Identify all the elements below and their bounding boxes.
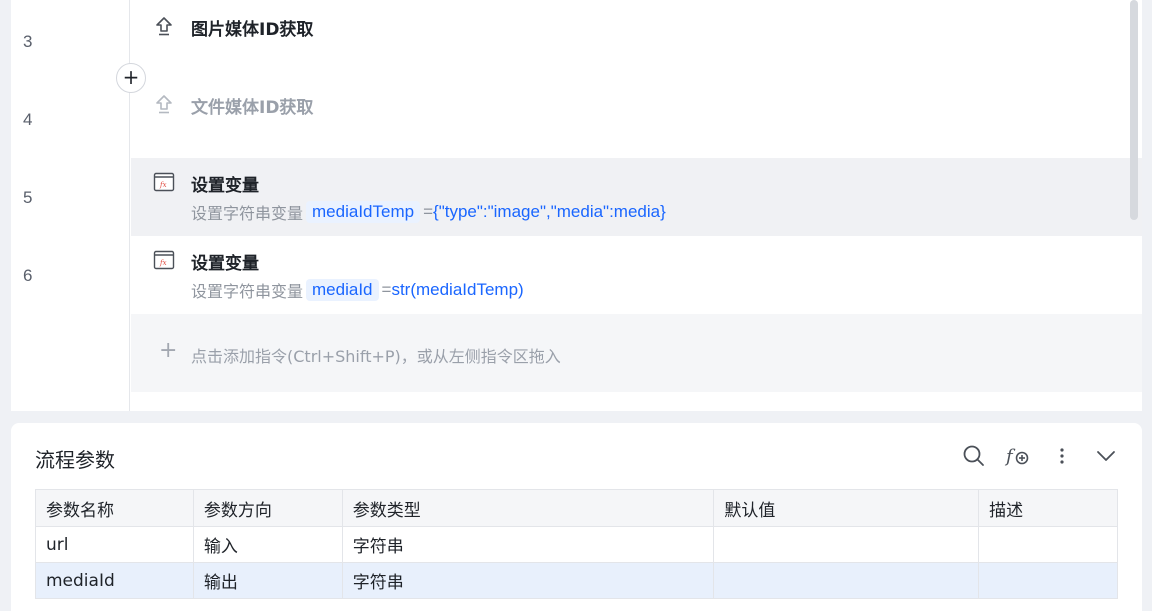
step-description: 设置字符串变量 mediaId = str(mediaIdTemp) <box>191 278 524 302</box>
flow-params-panel: 流程参数 f 参数名称 参数方向 参数类型 默认值 描述 url 输入 字符串 … <box>11 423 1142 611</box>
param-type-cell[interactable]: 字符串 <box>341 562 715 599</box>
value-expression[interactable]: str(mediaIdTemp) <box>391 280 523 300</box>
svg-text:fx: fx <box>159 259 167 267</box>
variable-chip[interactable]: mediaId <box>306 279 379 301</box>
param-default-cell[interactable] <box>713 562 980 599</box>
flow-step-file-media-id[interactable]: 文件媒体ID获取 <box>131 80 1142 158</box>
more-vertical-icon[interactable] <box>1049 443 1075 469</box>
column-header[interactable]: 参数方向 <box>192 489 343 527</box>
value-expression[interactable]: {"type":"image","media":media} <box>433 202 666 222</box>
panel-title: 流程参数 <box>35 448 115 472</box>
fx-icon: fx <box>153 172 175 192</box>
param-default-cell[interactable] <box>713 526 980 563</box>
param-description-cell[interactable] <box>978 562 1118 599</box>
line-number: 6 <box>23 266 33 285</box>
insert-step-button[interactable]: + <box>116 63 146 93</box>
param-name-cell[interactable]: url <box>35 526 194 563</box>
param-type-cell[interactable]: 字符串 <box>341 526 715 563</box>
desc-prefix: 设置字符串变量 <box>191 282 304 301</box>
line-number: 4 <box>23 110 33 129</box>
flow-step-image-media-id[interactable]: 图片媒体ID获取 <box>131 2 1142 80</box>
column-header[interactable]: 默认值 <box>713 489 980 527</box>
svg-text:fx: fx <box>159 181 167 189</box>
step-description: 设置字符串变量 mediaIdTemp = {"type":"image","m… <box>191 200 666 224</box>
upload-icon <box>156 95 172 114</box>
flow-step-set-variable[interactable]: fx 设置变量 设置字符串变量 mediaId = str(mediaIdTem… <box>131 236 1142 314</box>
params-table: 参数名称 参数方向 参数类型 默认值 描述 url 输入 字符串 mediaId… <box>35 489 1118 599</box>
table-header-row: 参数名称 参数方向 参数类型 默认值 描述 <box>35 489 1118 527</box>
search-icon[interactable] <box>961 443 987 469</box>
param-direction-cell[interactable]: 输出 <box>192 562 343 599</box>
column-header[interactable]: 描述 <box>978 489 1118 527</box>
chevron-down-icon[interactable] <box>1093 443 1119 469</box>
column-header[interactable]: 参数名称 <box>35 489 194 527</box>
editor-scrollbar[interactable] <box>1130 0 1138 220</box>
param-direction-cell[interactable]: 输入 <box>192 526 343 563</box>
table-row[interactable]: mediaId 输出 字符串 <box>35 562 1118 599</box>
plus-icon: + <box>159 338 178 363</box>
flow-step-set-variable[interactable]: fx 设置变量 设置字符串变量 mediaIdTemp = {"type":"i… <box>131 158 1142 236</box>
step-title: 设置变量 <box>191 254 259 274</box>
equals-sign: = <box>423 202 434 221</box>
add-command-hint: 点击添加指令(Ctrl+Shift+P)，或从左侧指令区拖入 <box>191 347 561 366</box>
line-gutter: 3 4 5 6 <box>11 0 130 411</box>
add-function-icon[interactable]: f <box>1004 443 1030 469</box>
add-command-row[interactable]: + 点击添加指令(Ctrl+Shift+P)，或从左侧指令区拖入 <box>131 314 1142 392</box>
line-number: 3 <box>23 32 33 51</box>
param-name-cell[interactable]: mediaId <box>35 562 194 599</box>
upload-icon <box>156 17 172 36</box>
column-header[interactable]: 参数类型 <box>341 489 715 527</box>
step-title: 设置变量 <box>191 176 259 196</box>
step-title: 图片媒体ID获取 <box>191 20 314 40</box>
desc-prefix: 设置字符串变量 <box>191 204 304 223</box>
table-row[interactable]: url 输入 字符串 <box>35 526 1118 563</box>
variable-chip[interactable]: mediaIdTemp <box>306 201 421 223</box>
svg-text:f: f <box>1004 446 1016 467</box>
flow-editor: 3 4 5 6 图片媒体ID获取 文件媒体ID获取 fx 设置变量 设置字符串变… <box>11 0 1142 411</box>
param-description-cell[interactable] <box>978 526 1118 563</box>
step-title: 文件媒体ID获取 <box>191 98 314 118</box>
fx-icon: fx <box>153 250 175 270</box>
line-number: 5 <box>23 188 33 207</box>
equals-sign: = <box>381 280 392 299</box>
